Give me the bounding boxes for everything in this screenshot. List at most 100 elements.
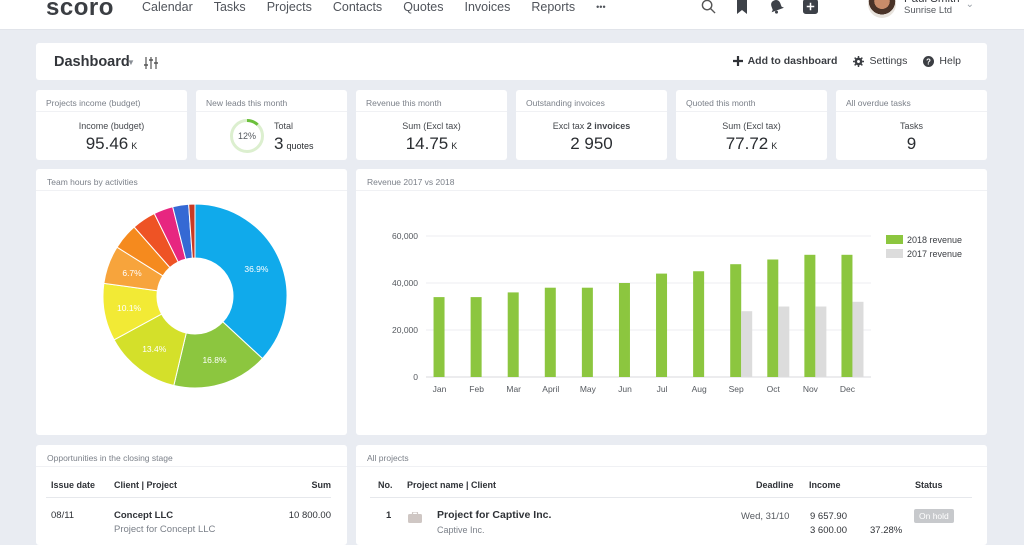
bar-2017[interactable]: [815, 306, 827, 378]
kpi-quoted-month[interactable]: Quoted this month Sum (Excl tax) 77.72 K: [676, 90, 827, 160]
nav-projects[interactable]: Projects: [267, 0, 312, 14]
kpi-title: New leads this month: [206, 98, 288, 108]
col-header-deadline[interactable]: Deadline: [756, 480, 794, 490]
nav-reports[interactable]: Reports: [531, 0, 575, 14]
nav-calendar[interactable]: Calendar: [142, 0, 193, 14]
kpi-overdue-tasks[interactable]: All overdue tasks Tasks 9: [836, 90, 987, 160]
plus-icon: [732, 56, 743, 66]
bar-2018[interactable]: [693, 271, 705, 377]
x-tick-label: Jul: [657, 384, 668, 394]
x-tick-label: Feb: [469, 384, 484, 394]
donut-chart: 36.9% 16.8% 13.4% 10.1% 6.7%: [102, 203, 288, 389]
kpi-unit: K: [131, 141, 138, 151]
client-name[interactable]: Captive Inc.: [437, 525, 485, 535]
bar-2018[interactable]: [433, 297, 445, 377]
plus-square-icon[interactable]: [802, 0, 818, 14]
kpi-unit: K: [771, 141, 778, 151]
nav-quotes[interactable]: Quotes: [403, 0, 443, 14]
bar-chart: 0 20,000 40,000 60,000 Jan Feb Mar April May Jun J…: [392, 231, 962, 394]
slice-label: 6.7%: [122, 268, 142, 278]
kpi-label: Sum (Excl tax): [722, 121, 781, 131]
slice-label: 16.8%: [202, 355, 227, 365]
scoro-logo[interactable]: scoro': [46, 0, 119, 22]
bar-2018[interactable]: [730, 264, 742, 377]
bar-2018[interactable]: [767, 259, 779, 378]
bar-2018[interactable]: [581, 287, 593, 377]
help-icon: ?: [923, 55, 935, 67]
bar-2018[interactable]: [656, 273, 668, 377]
settings-label: Settings: [869, 55, 908, 67]
caret-down-icon[interactable]: ▼: [127, 58, 135, 67]
col-header-income[interactable]: Income: [809, 480, 841, 490]
settings-button[interactable]: Settings: [853, 55, 907, 67]
x-tick-label: Mar: [506, 384, 521, 394]
slice-label: 10.1%: [117, 303, 142, 313]
kpi-value: 95.46: [85, 134, 129, 153]
status-badge[interactable]: On hold: [914, 509, 954, 523]
help-label: Help: [939, 55, 961, 67]
nav-tasks[interactable]: Tasks: [214, 0, 246, 14]
kpi-value-wrap: 3 quotes: [274, 134, 314, 154]
col-header-issue-date[interactable]: Issue date: [51, 480, 95, 490]
kpi-label: Tasks: [899, 121, 923, 131]
legend-label: 2017 revenue: [907, 249, 962, 259]
kpi-title: Projects income (budget): [46, 98, 141, 108]
bar-2018[interactable]: [470, 297, 482, 377]
bar-2017[interactable]: [852, 301, 864, 377]
x-tick-label: Dec: [840, 384, 856, 394]
kpi-unit: K: [451, 141, 458, 151]
kpi-revenue-month[interactable]: Revenue this month Sum (Excl tax) 14.75 K: [356, 90, 507, 160]
bar-2018[interactable]: [618, 283, 630, 377]
kpi-value-wrap: 95.46 K: [36, 134, 187, 154]
project-name[interactable]: Project for Captive Inc.: [437, 509, 551, 521]
dashboard-header: Dashboard ▼ Add to dashboard Settings ? …: [36, 43, 987, 80]
bar-2017[interactable]: [741, 311, 753, 377]
col-header-status[interactable]: Status: [915, 480, 943, 490]
divider: [46, 497, 331, 498]
user-menu[interactable]: Paul Smith Sunrise Ltd ⌄: [868, 0, 974, 18]
search-icon[interactable]: [700, 0, 716, 14]
x-tick-label: Aug: [692, 384, 707, 394]
kpi-title: Outstanding invoices: [526, 98, 605, 108]
legend-label: 2018 revenue: [907, 235, 962, 245]
bar-2018[interactable]: [507, 292, 519, 377]
issue-date: 08/11: [51, 510, 75, 521]
divider: [676, 111, 827, 112]
svg-text:?: ?: [927, 57, 932, 66]
nav-more[interactable]: •••: [596, 0, 605, 14]
kpi-label-bold: 2 invoices: [586, 121, 631, 131]
project-name[interactable]: Project for Concept LLC: [114, 524, 215, 535]
bar-2018[interactable]: [841, 254, 853, 377]
bar-2018[interactable]: [544, 287, 556, 377]
col-header-no[interactable]: No.: [378, 480, 393, 490]
kpi-label: Total: [274, 121, 294, 131]
col-header-project-client[interactable]: Project name | Client: [407, 480, 496, 490]
col-header-sum[interactable]: Sum: [311, 480, 331, 490]
kpi-title: All overdue tasks: [846, 98, 911, 108]
kpi-title: Revenue this month: [366, 98, 442, 108]
filter-sliders-icon[interactable]: [144, 56, 158, 74]
chevron-down-icon: ⌄: [965, 0, 974, 10]
divider: [370, 497, 972, 498]
briefcase-icon: [408, 510, 422, 528]
bookmark-icon[interactable]: [734, 0, 750, 14]
bar-2017[interactable]: [778, 306, 790, 378]
nav-contacts[interactable]: Contacts: [333, 0, 382, 14]
kpi-value-wrap: 9: [836, 134, 987, 154]
add-to-dashboard-button[interactable]: Add to dashboard: [732, 55, 838, 67]
nav-invoices[interactable]: Invoices: [465, 0, 511, 14]
divider: [196, 111, 347, 112]
bell-icon[interactable]: [768, 0, 784, 14]
help-button[interactable]: ? Help: [923, 55, 961, 67]
logo-text: scoro: [46, 0, 114, 21]
col-header-client-project[interactable]: Client | Project: [114, 480, 177, 490]
add-to-dashboard-label: Add to dashboard: [747, 55, 838, 67]
page-title[interactable]: Dashboard: [54, 54, 130, 70]
bar-2018[interactable]: [804, 254, 816, 377]
kpi-outstanding-invoices[interactable]: Outstanding invoices Excl tax 2 invoices…: [516, 90, 667, 160]
divider: [356, 466, 987, 467]
avatar: [868, 0, 896, 18]
kpi-new-leads[interactable]: New leads this month 12% Total 3 quotes: [196, 90, 347, 160]
client-name[interactable]: Concept LLC: [114, 510, 173, 521]
kpi-projects-income[interactable]: Projects income (budget) Income (budget)…: [36, 90, 187, 160]
